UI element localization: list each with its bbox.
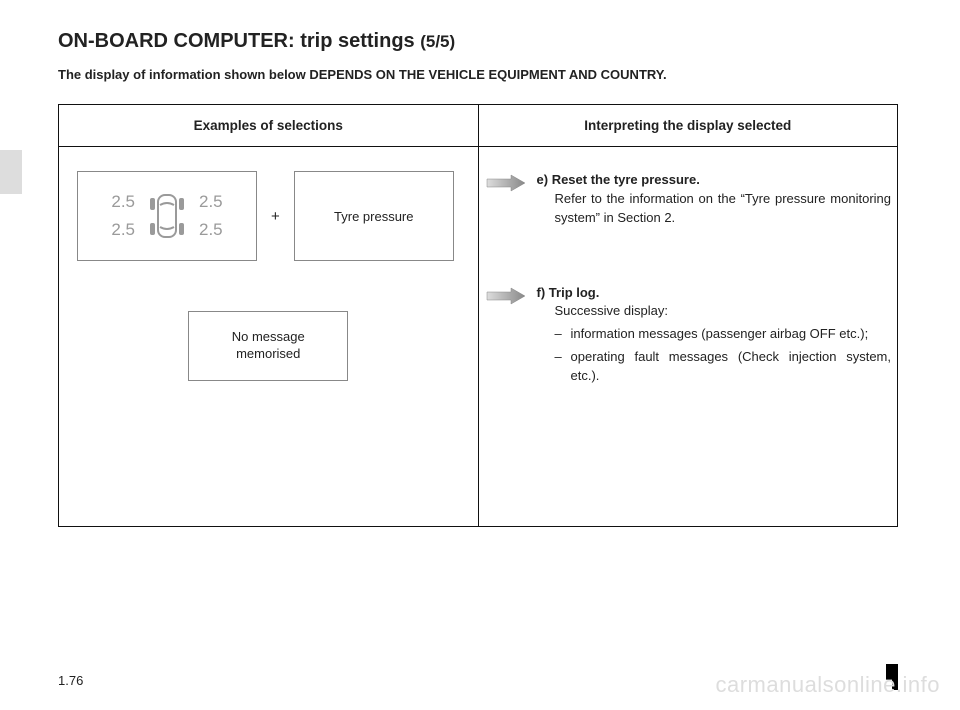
tyre-rear-left: 2.5	[111, 220, 135, 240]
item-f-label: Trip log.	[549, 285, 600, 300]
title-sub: (5/5)	[420, 32, 455, 51]
car-top-icon	[141, 185, 193, 247]
page-number: 1.76	[58, 673, 83, 688]
depends-note: The display of information shown below D…	[58, 67, 922, 82]
item-e-letter: e)	[537, 172, 549, 187]
cell-interpreting: e) Reset the tyre pressure. Refer to the…	[478, 147, 898, 527]
nomsg-row: No message memorised	[77, 311, 460, 381]
tyre-rear-right: 2.5	[199, 220, 223, 240]
arrow-icon	[485, 173, 527, 198]
tyre-front-right: 2.5	[199, 192, 223, 212]
page-content: ON-BOARD COMPUTER: trip settings (5/5) T…	[0, 0, 960, 527]
tyre-row: 2.5 2.5	[77, 171, 460, 261]
interp-item-f: f) Trip log. Successive display: informa…	[485, 284, 892, 390]
tyre-pressure-display: 2.5 2.5	[77, 171, 257, 261]
list-item: information messages (passenger airbag O…	[555, 325, 892, 344]
title-main: ON-BOARD COMPUTER: trip settings	[58, 30, 420, 52]
plus-symbol: +	[271, 208, 280, 225]
no-message-box: No message memorised	[188, 311, 348, 381]
item-f-sub: Successive display:	[555, 302, 892, 321]
arrow-icon	[485, 286, 527, 311]
interp-text-e: e) Reset the tyre pressure. Refer to the…	[537, 171, 892, 228]
interp-text-f: f) Trip log. Successive display: informa…	[537, 284, 892, 390]
header-left: Examples of selections	[59, 105, 479, 147]
item-e-body: Refer to the information on the “Tyre pr…	[555, 190, 892, 228]
tyre-front-left: 2.5	[111, 192, 135, 212]
tyre-label-box: Tyre pressure	[294, 171, 454, 261]
tab-marker	[0, 150, 22, 194]
page-title: ON-BOARD COMPUTER: trip settings (5/5)	[58, 30, 922, 53]
nomsg-line1: No message	[232, 329, 305, 346]
item-f-letter: f)	[537, 285, 546, 300]
cell-examples: 2.5 2.5	[59, 147, 479, 527]
main-table: Examples of selections Interpreting the …	[58, 104, 898, 527]
interp-item-e: e) Reset the tyre pressure. Refer to the…	[485, 171, 892, 228]
item-f-bullets: information messages (passenger airbag O…	[555, 325, 892, 386]
tyre-label-text: Tyre pressure	[334, 209, 413, 224]
watermark: carmanualsonline.info	[715, 672, 940, 698]
nomsg-line2: memorised	[236, 346, 300, 363]
header-right: Interpreting the display selected	[478, 105, 898, 147]
list-item: operating fault messages (Check injectio…	[555, 348, 892, 386]
item-e-label: Reset the tyre pressure.	[552, 172, 700, 187]
